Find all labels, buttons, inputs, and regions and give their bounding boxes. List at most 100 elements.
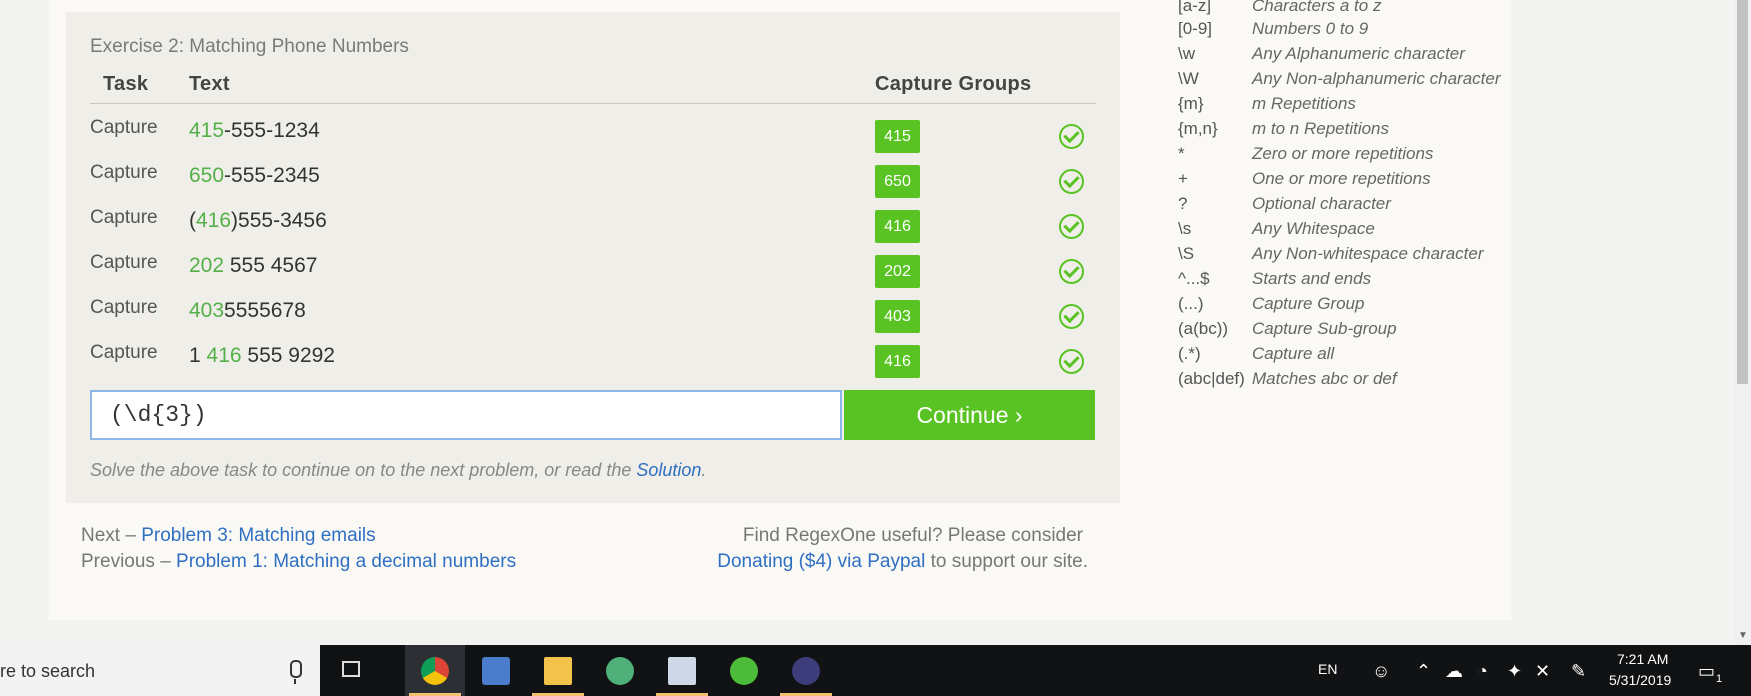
text-suffix: 555 9292 <box>241 344 335 367</box>
cheat-token: \W <box>1178 69 1199 88</box>
notification-count: 1 <box>1716 673 1723 685</box>
clock-date[interactable]: 5/31/2019 <box>1609 672 1671 688</box>
next-problem-link[interactable]: Problem 3: Matching emails <box>141 525 375 546</box>
table-row: Capture 415-555-1234 415 <box>0 117 1200 162</box>
search-placeholder: re to search <box>0 661 96 681</box>
text-highlight: 650 <box>189 164 225 187</box>
donate-text: Find RegexOne useful? Please consider <box>742 525 1083 546</box>
cheat-desc: Any Alphanumeric character <box>1252 44 1465 63</box>
chevron-up-icon[interactable]: ⌃ <box>1416 661 1431 682</box>
cheat-desc: m to n Repetitions <box>1252 119 1390 138</box>
header-task: Task <box>103 73 149 95</box>
regex-input[interactable]: (\d{3}) <box>90 390 842 440</box>
next-label: Next – <box>81 525 142 546</box>
cheat-token: (.*) <box>1178 344 1201 363</box>
onedrive-icon[interactable]: ☁ <box>1445 661 1463 682</box>
cheat-token: {m,n} <box>1178 119 1218 138</box>
cheat-token: ? <box>1178 194 1188 213</box>
capture-group-badge: 416 <box>875 345 920 378</box>
taskbar-document-app[interactable] <box>652 645 712 696</box>
taskbar-search[interactable]: re to search <box>0 645 320 696</box>
capture-group-badge: 416 <box>875 210 920 243</box>
capture-group-badge: 403 <box>875 300 920 333</box>
network-app-icon <box>482 657 510 685</box>
notification-icon[interactable]: ▭ <box>1698 661 1715 682</box>
capture-group-badge: 202 <box>875 255 920 288</box>
test-text: 202 555 4567 <box>189 254 317 278</box>
cheat-desc: Characters a to z <box>1252 0 1382 15</box>
text-highlight: 416 <box>196 209 232 232</box>
page-scrollbar[interactable]: ▼ <box>1734 0 1751 645</box>
hint-suffix: . <box>701 460 707 480</box>
task-label: Capture <box>90 117 158 138</box>
pen-icon[interactable]: ✎ <box>1571 661 1586 682</box>
exercise-title: Exercise 2: Matching Phone Numbers <box>90 36 409 57</box>
test-text: (416)555-3456 <box>189 209 327 233</box>
wechat-icon <box>730 657 758 685</box>
capture-group-badge: 415 <box>875 120 920 153</box>
cheat-token: [a-z] <box>1178 0 1212 15</box>
cheat-desc: m Repetitions <box>1252 94 1356 113</box>
cheat-token: (a(bc)) <box>1178 319 1229 338</box>
taskbar-wechat[interactable] <box>714 645 774 696</box>
scrollbar-thumb[interactable] <box>1737 0 1748 384</box>
text-highlight: 415 <box>189 119 225 142</box>
task-label: Capture <box>90 162 158 183</box>
scroll-down-arrow-icon[interactable]: ▼ <box>1738 630 1748 641</box>
check-icon <box>1059 124 1084 149</box>
chrome-icon <box>421 657 449 685</box>
task-view-icon[interactable] <box>342 661 360 677</box>
eclipse-icon <box>792 657 820 685</box>
check-icon <box>1059 169 1084 194</box>
task-label: Capture <box>90 252 158 273</box>
wifi-icon[interactable]: ◔ <box>1477 661 1488 682</box>
cheat-desc: Any Non-whitespace character <box>1252 244 1484 263</box>
table-row: Capture 4035555678 403 <box>0 297 1200 342</box>
donate-link[interactable]: Donating ($4) via Paypal <box>717 551 925 572</box>
cheat-token: \s <box>1178 219 1192 238</box>
test-text: 650-555-2345 <box>189 164 320 188</box>
people-icon[interactable]: ☺ <box>1372 661 1390 682</box>
cheat-desc: Capture Sub-group <box>1252 319 1397 338</box>
language-indicator[interactable]: EN <box>1318 661 1337 677</box>
microphone-icon[interactable] <box>290 660 302 684</box>
taskbar-file-explorer[interactable] <box>528 645 588 696</box>
cheat-token: * <box>1178 144 1185 163</box>
task-label: Capture <box>90 297 158 318</box>
cheat-desc: Matches abc or def <box>1252 369 1397 388</box>
text-highlight: 403 <box>189 299 225 322</box>
dropbox-icon[interactable]: ✦ <box>1507 661 1522 682</box>
test-text: 415-555-1234 <box>189 119 320 143</box>
volume-muted-icon[interactable]: ✕ <box>1535 661 1550 682</box>
taskbar-network-app[interactable] <box>466 645 526 696</box>
cheat-desc: Starts and ends <box>1252 269 1372 288</box>
solution-link[interactable]: Solution <box>636 460 701 480</box>
task-label: Capture <box>90 342 158 363</box>
continue-button[interactable]: Continue › <box>844 390 1095 440</box>
table-row: Capture 1 416 555 9292 416 <box>0 342 1200 387</box>
taskbar-atom[interactable] <box>590 645 650 696</box>
cheat-desc: Any Whitespace <box>1252 219 1375 238</box>
cheat-token: \S <box>1178 244 1195 263</box>
page-area: Exercise 2: Matching Phone Numbers Task … <box>0 0 1734 645</box>
previous-problem-link[interactable]: Problem 1: Matching a decimal numbers <box>176 551 516 572</box>
hint-prefix: Solve the above task to continue on to t… <box>90 460 637 480</box>
previous-label: Previous – <box>81 551 177 572</box>
cheat-desc: Zero or more repetitions <box>1252 144 1434 163</box>
taskbar-eclipse[interactable] <box>776 645 836 696</box>
check-icon <box>1059 349 1084 374</box>
cheat-desc: Numbers 0 to 9 <box>1252 19 1369 38</box>
cheat-token: ^...$ <box>1178 269 1210 288</box>
cheat-token: \w <box>1178 44 1195 63</box>
cheat-token: (abc|def) <box>1178 369 1245 388</box>
cheat-desc: Capture Group <box>1252 294 1365 313</box>
cheat-token: [0-9] <box>1178 19 1213 38</box>
donate-line: Donating ($4) via Paypal to support our … <box>717 551 1088 573</box>
test-text: 4035555678 <box>189 299 306 323</box>
cheat-desc: One or more repetitions <box>1252 169 1431 188</box>
text-suffix: 555 4567 <box>224 254 318 277</box>
taskbar-chrome[interactable] <box>405 645 465 696</box>
task-label: Capture <box>90 207 158 228</box>
clock-time[interactable]: 7:21 AM <box>1617 651 1668 667</box>
document-icon <box>668 657 696 685</box>
